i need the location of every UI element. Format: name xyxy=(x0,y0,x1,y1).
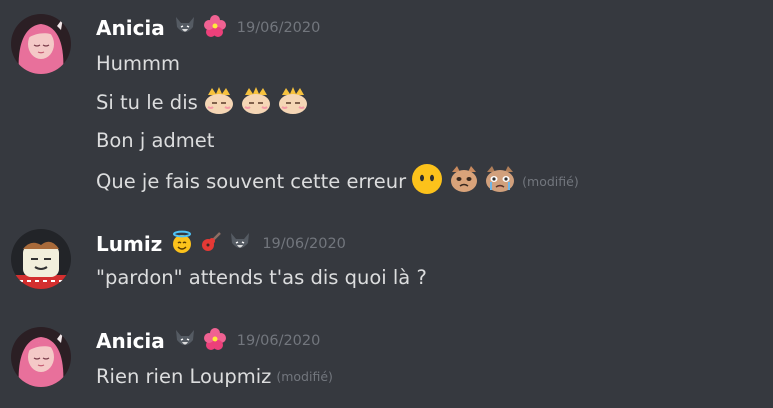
edited-label: (modifié) xyxy=(276,368,333,384)
timestamp: 19/06/2020 xyxy=(236,333,321,349)
wolf-icon xyxy=(173,327,197,355)
message-header: Anicia 19/06/2020 xyxy=(96,327,320,355)
message-text: Rien rien Loupmiz xyxy=(96,364,272,388)
message-group: Anicia 19/06/2020 Rien rien Loupmiz (mod… xyxy=(0,0,773,408)
avatar[interactable] xyxy=(11,327,71,387)
hibiscus-icon xyxy=(203,327,227,355)
username[interactable]: Anicia xyxy=(96,329,165,353)
message-line: Rien rien Loupmiz (modifié) xyxy=(96,362,333,390)
